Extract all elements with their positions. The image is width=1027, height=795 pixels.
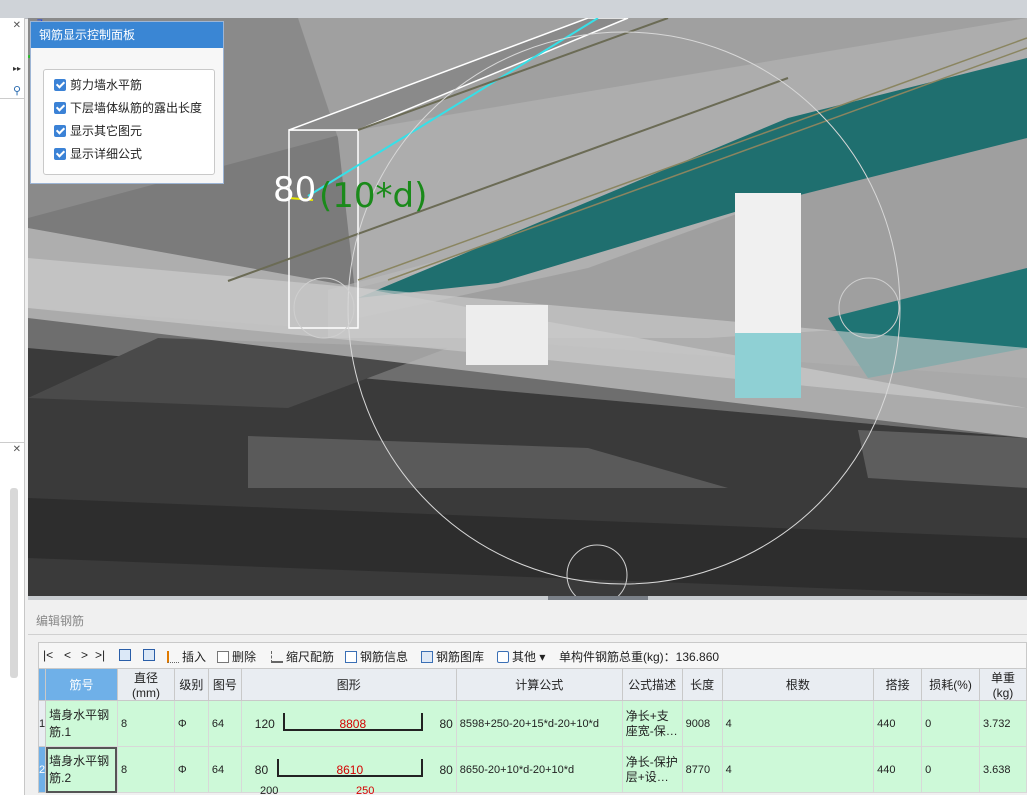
insert-button[interactable]: 插入 bbox=[167, 648, 206, 665]
table-row-partial[interactable]: 200 250 bbox=[38, 782, 1027, 795]
divider bbox=[0, 442, 24, 443]
shape-mid-length: 8808 bbox=[339, 716, 367, 731]
cell-loss[interactable]: 0 bbox=[921, 700, 980, 747]
cell-count[interactable]: 4 bbox=[721, 700, 875, 747]
shape-left-length: 120 bbox=[254, 716, 275, 731]
row-number[interactable]: 1 bbox=[37, 700, 47, 747]
delete-label: 删除 bbox=[232, 650, 257, 664]
option-label: 剪力墙水平筋 bbox=[70, 78, 143, 92]
nav-next-button[interactable]: > bbox=[81, 648, 88, 662]
rebar-shape-drawing: 120 8808 80 bbox=[245, 709, 453, 739]
library-icon bbox=[421, 650, 433, 663]
option-show-other-elements[interactable]: 显示其它图元 bbox=[54, 122, 142, 140]
delete-icon bbox=[217, 650, 229, 663]
checkbox-checked-icon[interactable] bbox=[54, 101, 66, 114]
option-show-detailed-formula[interactable]: 显示详细公式 bbox=[54, 145, 142, 163]
column-header[interactable]: 图号 bbox=[207, 668, 242, 701]
rebar-info-button[interactable]: 钢筋信息 bbox=[345, 648, 408, 665]
column-header[interactable]: 搭接 bbox=[873, 668, 923, 701]
column-header[interactable]: 根数 bbox=[721, 668, 875, 701]
insert-icon bbox=[167, 650, 179, 663]
column-header[interactable]: 长度 bbox=[681, 668, 723, 701]
checkbox-checked-icon[interactable] bbox=[54, 78, 66, 91]
scale-rebar-label: 缩尺配筋 bbox=[286, 650, 335, 664]
rebar-display-control-panel: 钢筋显示控制面板 剪力墙水平筋 下层墙体纵筋的露出长度 显示其它图元 显示详细公… bbox=[30, 21, 224, 184]
close-icon[interactable]: ✕ bbox=[13, 444, 21, 455]
checkbox-checked-icon[interactable] bbox=[54, 147, 66, 160]
move-up-icon bbox=[119, 648, 131, 661]
editor-title: 编辑钢筋 bbox=[36, 614, 85, 628]
left-dock-panel: ✕ ▸▸ ⚲ ✕ bbox=[0, 18, 25, 795]
cell-figure-no[interactable]: 64 bbox=[207, 700, 242, 747]
cell-grade[interactable]: Φ bbox=[173, 700, 209, 747]
column-header[interactable]: 级别 bbox=[173, 668, 209, 701]
scale-rebar-button[interactable]: 缩尺配筋 bbox=[271, 648, 334, 665]
top-menu-bar bbox=[0, 0, 1027, 19]
rebar-library-label: 钢筋图库 bbox=[436, 650, 485, 664]
shape-left-length: 80 bbox=[254, 762, 269, 777]
insert-label: 插入 bbox=[182, 650, 207, 664]
cell-name[interactable]: 墙身水平钢筋.1 bbox=[45, 700, 118, 747]
close-icon[interactable]: ✕ bbox=[13, 20, 21, 31]
move-down-icon bbox=[143, 648, 155, 661]
column-header[interactable]: 单重(kg) bbox=[978, 668, 1027, 701]
shape-mid-length: 250 bbox=[356, 785, 375, 795]
option-label: 下层墙体纵筋的露出长度 bbox=[70, 101, 203, 115]
divider bbox=[0, 98, 24, 99]
rebar-shape-drawing: 80 8610 80 bbox=[245, 755, 453, 785]
shape-mid-length: 8610 bbox=[336, 762, 364, 777]
cell-lap[interactable]: 440 bbox=[873, 700, 923, 747]
column-header[interactable]: 筋号 bbox=[45, 668, 118, 701]
table-row[interactable]: 1 墙身水平钢筋.1 8 Φ 64 120 8808 80 8598+250-2… bbox=[37, 700, 1027, 747]
move-up-button[interactable] bbox=[119, 648, 134, 662]
other-icon bbox=[497, 650, 509, 663]
checkbox-checked-icon[interactable] bbox=[54, 124, 66, 137]
total-weight-text: 单构件钢筋总重(kg)：136.860 bbox=[559, 650, 720, 664]
dimension-formula: (10*d) bbox=[319, 176, 428, 216]
option-shear-wall-horizontal-rebar[interactable]: 剪力墙水平筋 bbox=[54, 76, 142, 94]
move-down-button[interactable] bbox=[143, 648, 158, 662]
rebar-library-button[interactable]: 钢筋图库 bbox=[421, 648, 484, 665]
shape-right-length: 80 bbox=[439, 716, 453, 731]
column-header[interactable]: 图形 bbox=[240, 668, 457, 701]
option-label: 显示详细公式 bbox=[70, 147, 143, 161]
cell-length[interactable]: 9008 bbox=[681, 700, 723, 747]
table-header-row: 筋号 直径(mm) 级别 图号 图形 计算公式 公式描述 长度 根数 搭接 损耗… bbox=[37, 668, 1027, 701]
editor-toolbar: |< < > >| 插入 删除 缩尺配筋 钢筋信息 钢筋图库 其他 ▾ 单构件钢… bbox=[38, 642, 1027, 668]
column-header[interactable]: 公式描述 bbox=[621, 668, 683, 701]
cell-diameter[interactable]: 8 bbox=[116, 700, 175, 747]
cell-description[interactable]: 净长+支座宽-保… bbox=[621, 700, 683, 747]
other-dropdown-button[interactable]: 其他 ▾ bbox=[497, 648, 545, 665]
document-icon bbox=[345, 650, 357, 663]
other-label: 其他 bbox=[512, 650, 537, 664]
option-lower-wall-exposed-length[interactable]: 下层墙体纵筋的露出长度 bbox=[54, 99, 202, 117]
option-label: 显示其它图元 bbox=[70, 124, 143, 138]
dimension-value: 80 bbox=[273, 170, 317, 210]
cell-unit-weight[interactable]: 3.732 bbox=[978, 700, 1027, 747]
shape-right-length: 80 bbox=[439, 762, 453, 777]
search-icon[interactable]: ⚲ bbox=[13, 84, 21, 97]
cell-shape[interactable]: 120 8808 80 bbox=[240, 700, 457, 747]
shape-left-length: 200 bbox=[260, 785, 279, 795]
delete-button[interactable]: 删除 bbox=[217, 648, 256, 665]
header-corner bbox=[37, 668, 47, 701]
column-header[interactable]: 计算公式 bbox=[455, 668, 623, 701]
options-group: 剪力墙水平筋 下层墙体纵筋的露出长度 显示其它图元 显示详细公式 bbox=[43, 69, 215, 175]
column-header[interactable]: 直径(mm) bbox=[116, 668, 175, 701]
column-header[interactable]: 损耗(%) bbox=[921, 668, 980, 701]
divider bbox=[28, 634, 1027, 635]
nav-prev-button[interactable]: < bbox=[64, 648, 71, 662]
vertical-scrollbar[interactable] bbox=[10, 488, 18, 678]
rebar-editor-panel: 编辑钢筋 |< < > >| 插入 删除 缩尺配筋 钢筋信息 钢筋图库 其他 ▾… bbox=[28, 600, 1027, 795]
rebar-info-label: 钢筋信息 bbox=[360, 650, 409, 664]
nav-first-button[interactable]: |< bbox=[43, 648, 53, 662]
expand-arrows-icon[interactable]: ▸▸ bbox=[13, 64, 21, 73]
cell-formula[interactable]: 8598+250-20+15*d-20+10*d bbox=[455, 700, 623, 747]
panel-title: 钢筋显示控制面板 bbox=[31, 22, 223, 48]
rebar-table: 筋号 直径(mm) 级别 图号 图形 计算公式 公式描述 长度 根数 搭接 损耗… bbox=[37, 668, 1027, 793]
nav-last-button[interactable]: >| bbox=[95, 648, 105, 662]
ruler-icon bbox=[271, 650, 283, 663]
